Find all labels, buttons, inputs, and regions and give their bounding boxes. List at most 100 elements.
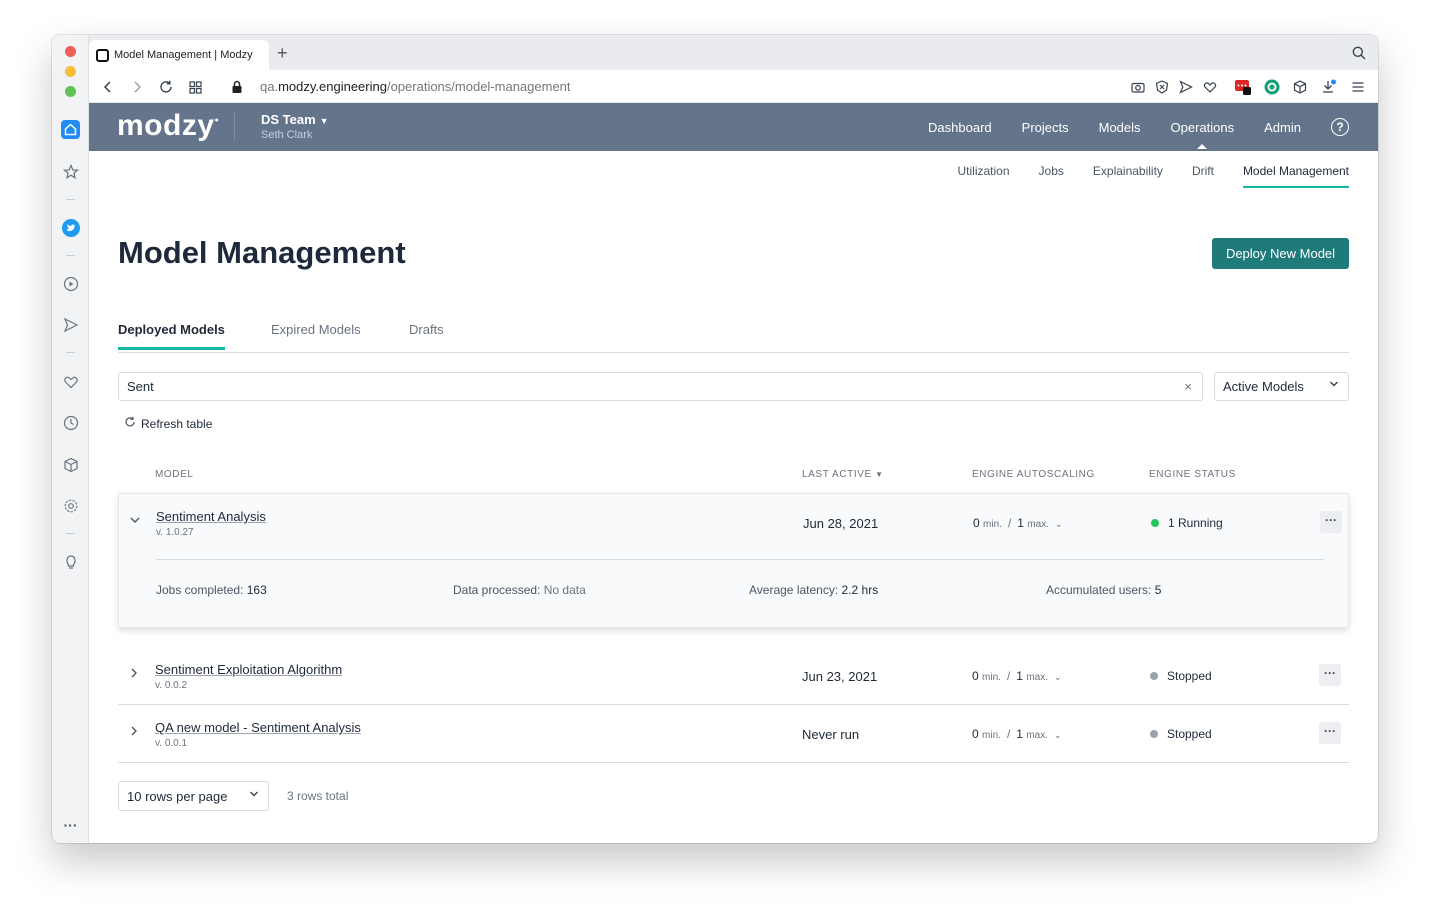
search-box: × xyxy=(118,372,1203,401)
send-extension-icon[interactable] xyxy=(1177,78,1195,96)
lightbulb-icon[interactable] xyxy=(61,552,80,571)
status-text: Stopped xyxy=(1167,669,1212,683)
reload-icon[interactable] xyxy=(157,78,175,96)
download-icon[interactable] xyxy=(1320,78,1338,96)
forward-icon[interactable] xyxy=(128,78,146,96)
column-header-model[interactable]: MODEL xyxy=(155,469,194,480)
notes-extension-icon[interactable] xyxy=(1234,78,1252,96)
data-label: Data processed: xyxy=(453,583,541,597)
model-filter-select[interactable]: Active Models xyxy=(1214,372,1349,401)
minimize-window-button[interactable] xyxy=(65,66,76,77)
latency-label: Average latency: xyxy=(749,583,839,597)
table-row: QA new model - Sentiment Analysis v. 0.0… xyxy=(118,705,1349,763)
column-header-engine-status[interactable]: ENGINE STATUS xyxy=(1149,469,1236,480)
model-name-link[interactable]: Sentiment Exploitation Algorithm xyxy=(155,662,342,677)
tab-deployed-models[interactable]: Deployed Models xyxy=(118,322,225,350)
status-text: 1 Running xyxy=(1168,516,1223,530)
heart-icon[interactable] xyxy=(61,372,80,391)
expand-row-icon[interactable] xyxy=(128,725,140,740)
status-text: Stopped xyxy=(1167,727,1212,741)
row-actions-button[interactable]: ··· xyxy=(1319,664,1341,686)
subnav-model-management[interactable]: Model Management xyxy=(1242,164,1349,188)
refresh-icon xyxy=(124,416,136,431)
data-processed-stat: Data processed: No data xyxy=(453,583,586,597)
shield-icon[interactable] xyxy=(1153,78,1171,96)
filter-value: Active Models xyxy=(1223,379,1304,394)
autoscaling-control[interactable]: 0 min./1 max. ⌄ xyxy=(972,727,1062,741)
autoscaling-control[interactable]: 0 min./1 max. ⌄ xyxy=(973,516,1063,530)
sidebar-divider xyxy=(66,199,75,200)
logo-text: modzy xyxy=(117,109,215,142)
deploy-new-model-button[interactable]: Deploy New Model xyxy=(1212,238,1349,269)
sort-chevron-icon: ▼ xyxy=(875,470,884,479)
column-header-engine-autoscaling[interactable]: ENGINE AUTOSCALING xyxy=(972,469,1095,480)
accumulated-users-stat: Accumulated users: 5 xyxy=(1046,583,1161,597)
nav-operations[interactable]: Operations xyxy=(1171,120,1234,149)
chevron-down-icon: ⌄ xyxy=(1053,730,1062,740)
nav-models[interactable]: Models xyxy=(1099,120,1141,135)
subnav-drift[interactable]: Drift xyxy=(1192,164,1214,188)
search-tabs-icon[interactable] xyxy=(1352,46,1366,65)
box-extension-icon[interactable] xyxy=(1291,78,1309,96)
users-value: 5 xyxy=(1154,583,1162,597)
grammarly-extension-icon[interactable] xyxy=(1263,78,1281,96)
tab-expired-models[interactable]: Expired Models xyxy=(271,322,361,347)
home-icon[interactable] xyxy=(61,120,80,139)
refresh-table-button[interactable]: Refresh table xyxy=(124,416,212,431)
jobs-value: 163 xyxy=(246,583,267,597)
send-icon[interactable] xyxy=(61,315,80,334)
search-input[interactable] xyxy=(127,379,1127,394)
sidebar-divider xyxy=(66,255,75,256)
gear-icon[interactable] xyxy=(61,496,80,515)
model-name-link[interactable]: QA new model - Sentiment Analysis xyxy=(155,720,361,735)
grid-icon[interactable] xyxy=(186,78,204,96)
subnav-explainability[interactable]: Explainability xyxy=(1093,164,1163,188)
back-icon[interactable] xyxy=(99,78,117,96)
model-name-link[interactable]: Sentiment Analysis xyxy=(156,509,266,524)
header-divider xyxy=(234,112,235,142)
modzy-logo[interactable]: modzy● xyxy=(117,109,219,143)
new-tab-plus-icon[interactable]: + xyxy=(277,43,288,64)
url-text[interactable]: qa.modzy.engineering/operations/model-ma… xyxy=(260,79,571,94)
heart-extension-icon[interactable] xyxy=(1201,78,1219,96)
team-switcher[interactable]: DS Team ▼ xyxy=(261,112,329,127)
expand-row-icon[interactable] xyxy=(128,667,140,682)
cube-icon[interactable] xyxy=(61,455,80,474)
subnav-jobs[interactable]: Jobs xyxy=(1039,164,1064,188)
clock-icon[interactable] xyxy=(61,413,80,432)
page-title: Model Management xyxy=(118,235,406,270)
row-actions-button[interactable]: ··· xyxy=(1320,511,1342,533)
rows-total: 3 rows total xyxy=(287,789,349,803)
users-label: Accumulated users: xyxy=(1046,583,1152,597)
max-label: max. xyxy=(1026,672,1048,683)
max-value: 1 xyxy=(1017,516,1024,530)
nav-dashboard[interactable]: Dashboard xyxy=(928,120,992,135)
lock-icon[interactable] xyxy=(228,78,246,96)
jobs-label: Jobs completed: xyxy=(156,583,244,597)
player-icon[interactable] xyxy=(61,274,80,293)
column-header-last-active[interactable]: LAST ACTIVE ▼ xyxy=(802,469,884,480)
collapse-row-icon[interactable] xyxy=(129,514,141,529)
subnav-utilization[interactable]: Utilization xyxy=(958,164,1010,188)
nav-projects[interactable]: Projects xyxy=(1022,120,1069,135)
star-icon[interactable] xyxy=(61,162,80,181)
close-window-button[interactable] xyxy=(65,46,76,57)
autoscaling-control[interactable]: 0 min./1 max. ⌄ xyxy=(972,669,1062,683)
maximize-window-button[interactable] xyxy=(65,86,76,97)
sidebar-divider xyxy=(66,352,75,353)
more-sidebar-icon[interactable]: ··· xyxy=(61,815,80,834)
nav-admin[interactable]: Admin xyxy=(1264,120,1301,135)
help-icon[interactable]: ? xyxy=(1331,118,1349,136)
last-active-value: Jun 28, 2021 xyxy=(803,516,879,531)
tab-drafts[interactable]: Drafts xyxy=(409,322,444,347)
browser-tab[interactable]: Model Management | Modzy xyxy=(89,40,269,70)
camera-icon[interactable] xyxy=(1129,78,1147,96)
twitter-icon[interactable] xyxy=(61,218,80,237)
min-value: 0 xyxy=(973,516,980,530)
chevron-down-icon xyxy=(249,789,259,802)
clear-search-icon[interactable]: × xyxy=(1184,379,1192,394)
rows-per-page-select[interactable]: 10 rows per page xyxy=(118,781,269,811)
status-stopped-dot xyxy=(1150,672,1158,680)
row-actions-button[interactable]: ··· xyxy=(1319,722,1341,744)
menu-icon[interactable] xyxy=(1349,78,1367,96)
